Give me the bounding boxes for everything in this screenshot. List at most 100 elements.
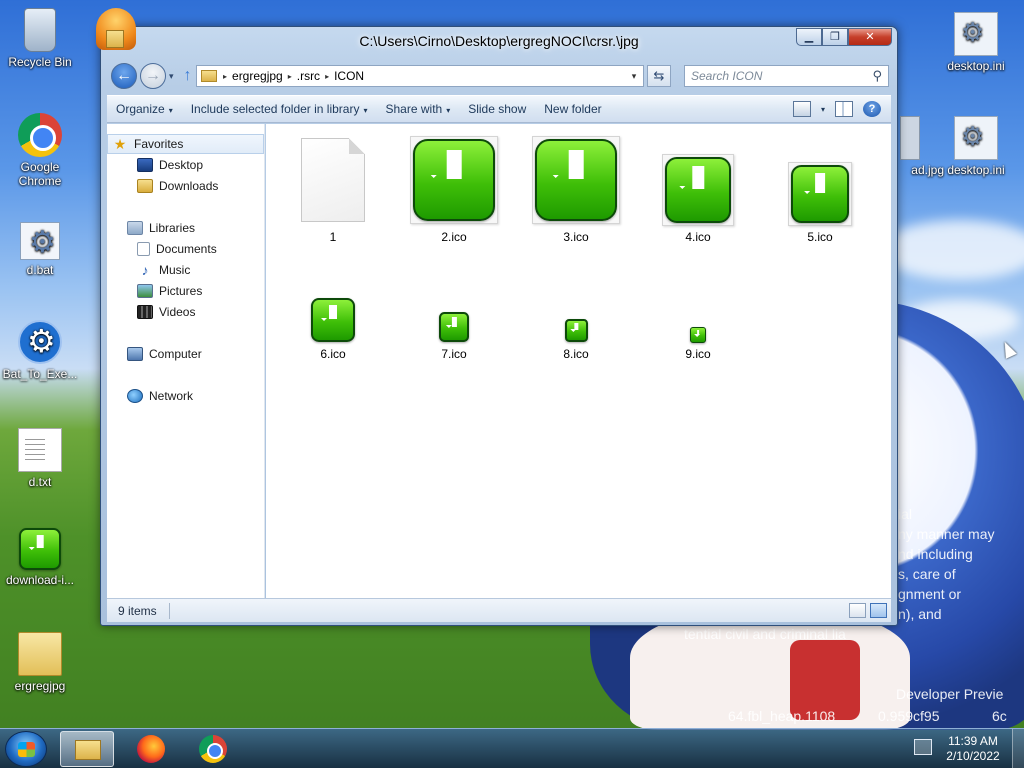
- breadcrumb-item[interactable]: ICON: [334, 69, 364, 83]
- up-arrow-icon[interactable]: ↑: [184, 67, 192, 85]
- file-item[interactable]: 9.ico: [653, 327, 743, 361]
- file-item[interactable]: 5.ico: [775, 138, 865, 244]
- file-item[interactable]: 2.ico: [409, 136, 499, 244]
- file-name: 3.ico: [563, 230, 589, 244]
- wallpaper-text: gnment or: [898, 586, 962, 602]
- file-item[interactable]: 7.ico: [409, 312, 499, 361]
- help-icon[interactable]: ?: [863, 101, 881, 117]
- chevron-down-icon: ▾: [446, 106, 451, 115]
- organize-menu[interactable]: Organize ▾: [107, 102, 182, 116]
- clock-date: 2/10/2022: [946, 749, 1000, 763]
- desktop-icon-bat-to-exe[interactable]: Bat_To_Exe...: [0, 320, 80, 381]
- include-label: Include selected folder in library: [190, 102, 360, 116]
- breadcrumb-item[interactable]: ergregjpg: [232, 69, 283, 83]
- share-with-menu[interactable]: Share with ▾: [377, 102, 460, 116]
- address-bar[interactable]: ▸ ergregjpg ▸ .rsrc ▸ ICON ▾: [196, 65, 644, 87]
- nav-favorites[interactable]: ★ Favorites: [107, 134, 264, 154]
- desktop-icon-d-bat[interactable]: d.bat: [0, 222, 80, 277]
- file-item[interactable]: 3.ico: [531, 136, 621, 244]
- file-item[interactable]: 4.ico: [653, 138, 743, 244]
- search-placeholder: Search ICON: [691, 69, 763, 83]
- file-item[interactable]: 6.ico: [288, 298, 378, 361]
- address-dropdown-icon[interactable]: ▾: [625, 71, 643, 82]
- close-button[interactable]: ✕: [848, 28, 892, 46]
- breadcrumb-separator[interactable]: ▸: [325, 72, 329, 81]
- desktop-icon-label: download-i...: [5, 573, 75, 587]
- desktop-icon-d-txt[interactable]: d.txt: [0, 428, 80, 489]
- window-title: C:\Users\Cirno\Desktop\ergregNOCI\crsr.\…: [359, 33, 639, 49]
- nav-label: Libraries: [149, 221, 196, 235]
- nav-pictures[interactable]: Pictures: [137, 281, 202, 301]
- slide-show-button[interactable]: Slide show: [459, 102, 535, 116]
- nav-network[interactable]: Network: [127, 386, 193, 406]
- file-item[interactable]: 1: [288, 138, 378, 244]
- show-desktop-button[interactable]: [1012, 729, 1024, 768]
- nav-label: Desktop: [159, 158, 204, 172]
- start-button[interactable]: [5, 731, 47, 767]
- large-icons-view-button[interactable]: [870, 603, 887, 618]
- clock-time: 11:39 AM: [948, 734, 998, 748]
- build-tail-text: 6c: [992, 708, 1007, 724]
- breadcrumb-separator[interactable]: ▸: [288, 72, 292, 81]
- downloads-folder-icon: [137, 179, 153, 193]
- taskbar-firefox-button[interactable]: [124, 731, 178, 767]
- nav-label: Network: [149, 389, 194, 403]
- wallpaper-text: ny manner may: [898, 526, 995, 542]
- maximize-button[interactable]: ❐: [822, 28, 848, 46]
- nav-label: Music: [159, 263, 191, 277]
- star-icon: ★: [113, 136, 127, 152]
- forward-button[interactable]: →: [140, 63, 166, 89]
- search-input[interactable]: Search ICON ⚲: [684, 65, 889, 87]
- refresh-button[interactable]: ⇆: [647, 65, 671, 87]
- explorer-window[interactable]: C:\Users\Cirno\Desktop\ergregNOCI\crsr.\…: [100, 26, 898, 626]
- text-file-icon: [18, 428, 62, 472]
- green-download-icon: [791, 165, 849, 223]
- chevron-down-icon[interactable]: ▾: [821, 105, 825, 114]
- share-label: Share with: [385, 102, 443, 116]
- wallpaper-text: n), and: [898, 606, 942, 622]
- back-button[interactable]: ←: [111, 63, 137, 89]
- nav-label: Favorites: [134, 137, 184, 151]
- search-icon[interactable]: ⚲: [872, 68, 882, 84]
- file-name: 6.ico: [320, 347, 346, 361]
- details-view-button[interactable]: [849, 603, 866, 618]
- documents-icon: [137, 242, 150, 256]
- minimize-button[interactable]: ▁: [796, 28, 822, 46]
- breadcrumb-separator[interactable]: ▸: [223, 72, 227, 81]
- desktop-icon-recycle-bin[interactable]: Recycle Bin: [0, 8, 80, 69]
- change-view-icon[interactable]: [792, 101, 811, 117]
- breadcrumb-item[interactable]: .rsrc: [297, 69, 320, 83]
- nav-libraries[interactable]: Libraries: [127, 218, 195, 238]
- new-folder-button[interactable]: New folder: [535, 102, 610, 116]
- taskbar-chrome-button[interactable]: [186, 731, 240, 767]
- recent-pages-dropdown[interactable]: ▾: [169, 71, 174, 82]
- desktop-icon-ergregjpg[interactable]: ergregjpg: [0, 632, 80, 693]
- desktop-icon-desktop-ini[interactable]: desktop.ini: [936, 116, 1016, 177]
- nav-videos[interactable]: Videos: [137, 302, 195, 322]
- nav-desktop[interactable]: Desktop: [137, 155, 203, 175]
- nav-computer[interactable]: Computer: [127, 344, 202, 364]
- green-download-icon: [19, 528, 61, 570]
- desktop-icon-desktop-ini[interactable]: desktop.ini: [936, 12, 1016, 73]
- desktop-icon-download[interactable]: download-i...: [0, 528, 80, 587]
- file-item[interactable]: 8.ico: [531, 319, 621, 361]
- desktop-icon-chrome[interactable]: Google Chrome: [0, 113, 80, 188]
- nav-documents[interactable]: Documents: [137, 239, 217, 259]
- taskbar: 11:39 AM 2/10/2022: [0, 728, 1024, 768]
- green-download-icon: [665, 157, 731, 223]
- image-file-icon: [900, 116, 920, 160]
- developer-preview-text: Developer Previe: [896, 686, 1004, 702]
- nav-music[interactable]: ♪ Music: [137, 260, 191, 280]
- network-tray-icon[interactable]: [914, 739, 932, 755]
- pictures-icon: [137, 284, 153, 298]
- nav-downloads[interactable]: Downloads: [137, 176, 218, 196]
- green-download-icon: [439, 312, 469, 342]
- system-clock[interactable]: 11:39 AM 2/10/2022: [938, 734, 1008, 764]
- preview-pane-icon[interactable]: [835, 101, 853, 117]
- folder-icon: [201, 70, 217, 82]
- include-in-library-menu[interactable]: Include selected folder in library ▾: [182, 102, 377, 116]
- taskbar-explorer-button[interactable]: [60, 731, 114, 767]
- green-download-icon: [413, 139, 495, 221]
- desktop-icon: [137, 158, 153, 172]
- settings-file-icon: [954, 116, 998, 160]
